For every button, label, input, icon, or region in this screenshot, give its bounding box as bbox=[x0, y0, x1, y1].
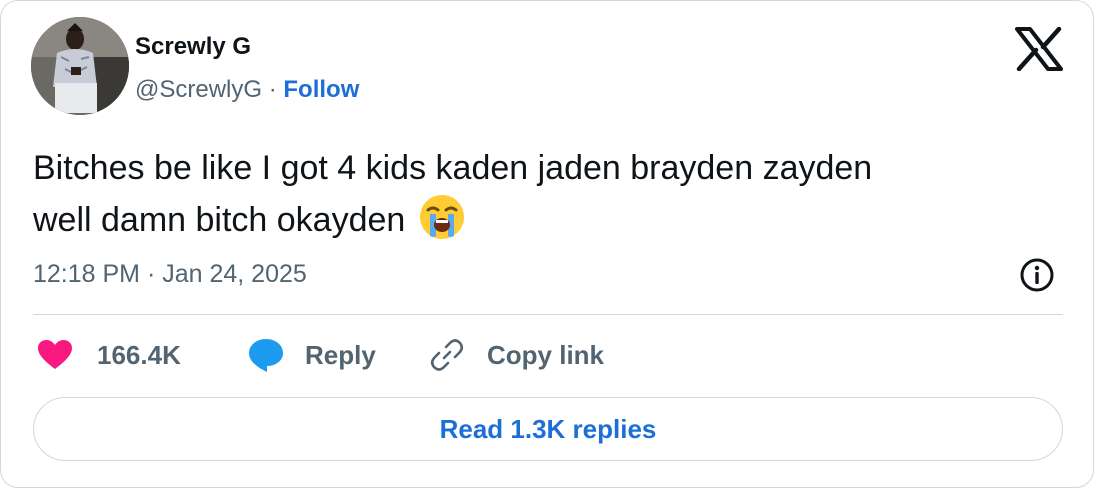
x-logo-icon[interactable] bbox=[1015, 26, 1063, 72]
handle-separator: · bbox=[268, 76, 277, 103]
tweet-timestamp[interactable]: 12:18 PM · Jan 24, 2025 bbox=[33, 257, 307, 291]
copy-link-button[interactable]: Copy link bbox=[429, 335, 604, 375]
avatar[interactable] bbox=[31, 17, 129, 115]
reply-label: Reply bbox=[305, 339, 376, 370]
like-button[interactable]: 166.4K bbox=[37, 335, 181, 375]
avatar-photo bbox=[31, 17, 129, 115]
link-icon bbox=[429, 337, 465, 373]
author-handle-row: @ScrewlyG · Follow bbox=[135, 73, 359, 107]
tweet-text: Bitches be like I got 4 kids kaden jaden… bbox=[33, 145, 1053, 244]
copy-link-label: Copy link bbox=[487, 339, 605, 370]
read-replies-label: Read 1.3K replies bbox=[439, 413, 657, 444]
divider bbox=[33, 314, 1063, 315]
reply-bubble-icon bbox=[247, 337, 285, 373]
tweet-text-line-1: Bitches be like I got 4 kids kaden jaden… bbox=[33, 149, 873, 187]
loudly-crying-face-icon bbox=[417, 192, 467, 242]
tweet-text-line-2: well damn bitch okayden bbox=[33, 192, 1053, 244]
read-replies-button[interactable]: Read 1.3K replies bbox=[33, 397, 1063, 461]
info-icon[interactable] bbox=[1019, 257, 1055, 293]
tweet-card: Screwly G @ScrewlyG · Follow Bitches be … bbox=[0, 0, 1094, 488]
likes-count: 166.4K bbox=[97, 339, 181, 370]
author-name[interactable]: Screwly G bbox=[135, 31, 251, 63]
reply-button[interactable]: Reply bbox=[247, 335, 376, 375]
follow-button[interactable]: Follow bbox=[283, 76, 359, 103]
heart-icon bbox=[37, 339, 73, 371]
author-handle[interactable]: @ScrewlyG bbox=[135, 76, 262, 103]
